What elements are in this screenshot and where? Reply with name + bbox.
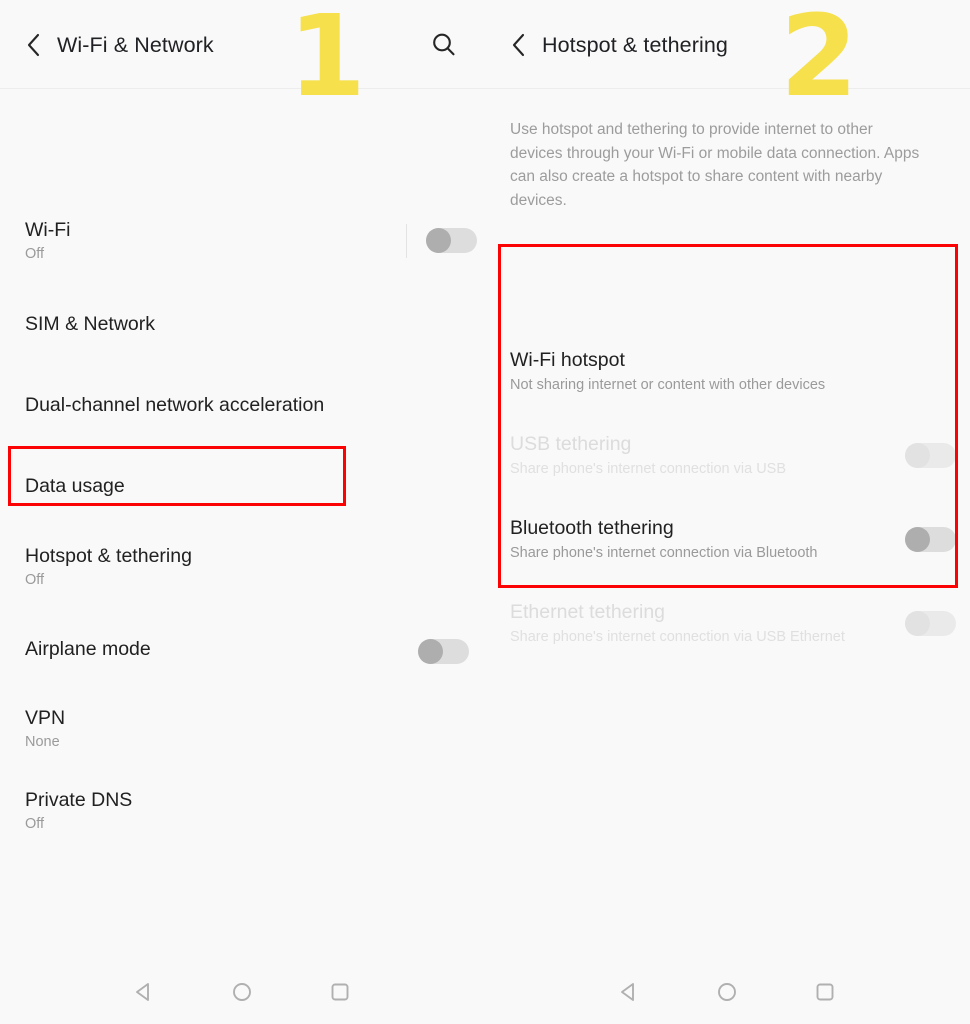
page-title: Wi-Fi & Network <box>57 33 214 57</box>
nav-back-triangle-icon[interactable] <box>128 976 160 1008</box>
chevron-left-icon[interactable] <box>20 30 46 60</box>
list-item-title: SIM & Network <box>25 313 156 335</box>
list-item-title: USB tethering <box>510 433 632 455</box>
right-phone-screen: Hotspot & tethering 2 Use hotspot and te… <box>485 0 970 1024</box>
right-navigation-bar <box>485 960 970 1024</box>
list-item-title: Data usage <box>25 475 125 497</box>
list-item-bluetooth-tethering[interactable]: Bluetooth tethering Share phone's intern… <box>485 515 970 567</box>
list-item-title: VPN <box>25 707 66 729</box>
list-item-subtitle: None <box>25 734 60 750</box>
list-item-title: Bluetooth tethering <box>510 517 674 539</box>
list-item-title: Hotspot & tethering <box>25 545 192 567</box>
left-navigation-bar <box>0 960 485 1024</box>
list-item-airplane-mode[interactable]: Airplane mode <box>0 636 485 666</box>
list-item-title: Dual-channel network acceleration <box>25 394 325 416</box>
ethernet-tethering-toggle <box>905 611 956 636</box>
list-item-title: Ethernet tethering <box>510 601 666 623</box>
nav-back-triangle-icon[interactable] <box>613 976 645 1008</box>
toggle-thumb <box>905 527 930 552</box>
step-number-1: 1 <box>288 0 366 122</box>
list-item-wifi[interactable]: Wi-Fi Off <box>0 217 485 273</box>
search-icon[interactable] <box>428 29 460 61</box>
list-item-data-usage[interactable]: Data usage <box>0 473 485 503</box>
page-title: Hotspot & tethering <box>542 33 728 57</box>
toggle-thumb <box>418 639 443 664</box>
list-item-title: Private DNS <box>25 789 133 811</box>
airplane-mode-toggle[interactable] <box>418 639 469 664</box>
list-item-title: Wi-Fi hotspot <box>510 349 625 371</box>
list-item-private-dns[interactable]: Private DNS Off <box>0 787 485 843</box>
screenshot-root: Wi-Fi & Network 1 Wi-Fi Off SIM & Networ… <box>0 0 970 1024</box>
nav-home-circle-icon[interactable] <box>711 976 743 1008</box>
chevron-left-icon[interactable] <box>505 30 531 60</box>
usb-tethering-toggle <box>905 443 956 468</box>
nav-recents-square-icon[interactable] <box>809 976 841 1008</box>
list-item-subtitle: Share phone's internet connection via Bl… <box>510 545 818 561</box>
wifi-toggle[interactable] <box>426 228 477 253</box>
toggle-divider <box>406 224 407 258</box>
list-item-dual-channel[interactable]: Dual-channel network acceleration <box>0 392 485 422</box>
nav-recents-square-icon[interactable] <box>324 976 356 1008</box>
list-item-subtitle: Off <box>25 816 45 832</box>
toggle-thumb <box>905 443 930 468</box>
toggle-thumb <box>905 611 930 636</box>
page-description: Use hotspot and tethering to provide int… <box>510 121 920 209</box>
list-item-wifi-hotspot[interactable]: Wi-Fi hotspot Not sharing internet or co… <box>485 347 970 399</box>
list-item-vpn[interactable]: VPN None <box>0 705 485 761</box>
list-item-usb-tethering: USB tethering Share phone's internet con… <box>485 431 970 483</box>
nav-home-circle-icon[interactable] <box>226 976 258 1008</box>
left-app-bar: Wi-Fi & Network <box>0 0 485 89</box>
list-item-sim-network[interactable]: SIM & Network <box>0 311 485 341</box>
list-item-subtitle: Off <box>25 246 45 262</box>
list-item-title: Wi-Fi <box>25 219 71 241</box>
right-app-bar: Hotspot & tethering <box>485 0 970 89</box>
left-phone-screen: Wi-Fi & Network 1 Wi-Fi Off SIM & Networ… <box>0 0 485 1024</box>
list-item-subtitle: Not sharing internet or content with oth… <box>510 377 826 393</box>
list-item-ethernet-tethering: Ethernet tethering Share phone's interne… <box>485 599 970 651</box>
list-item-subtitle: Off <box>25 572 45 588</box>
step-number-2: 2 <box>780 0 858 122</box>
list-item-hotspot-tethering[interactable]: Hotspot & tethering Off <box>0 543 485 599</box>
toggle-thumb <box>426 228 451 253</box>
list-item-subtitle: Share phone's internet connection via US… <box>510 629 845 645</box>
list-item-subtitle: Share phone's internet connection via US… <box>510 461 787 477</box>
list-item-title: Airplane mode <box>25 638 151 660</box>
bluetooth-tethering-toggle[interactable] <box>905 527 956 552</box>
